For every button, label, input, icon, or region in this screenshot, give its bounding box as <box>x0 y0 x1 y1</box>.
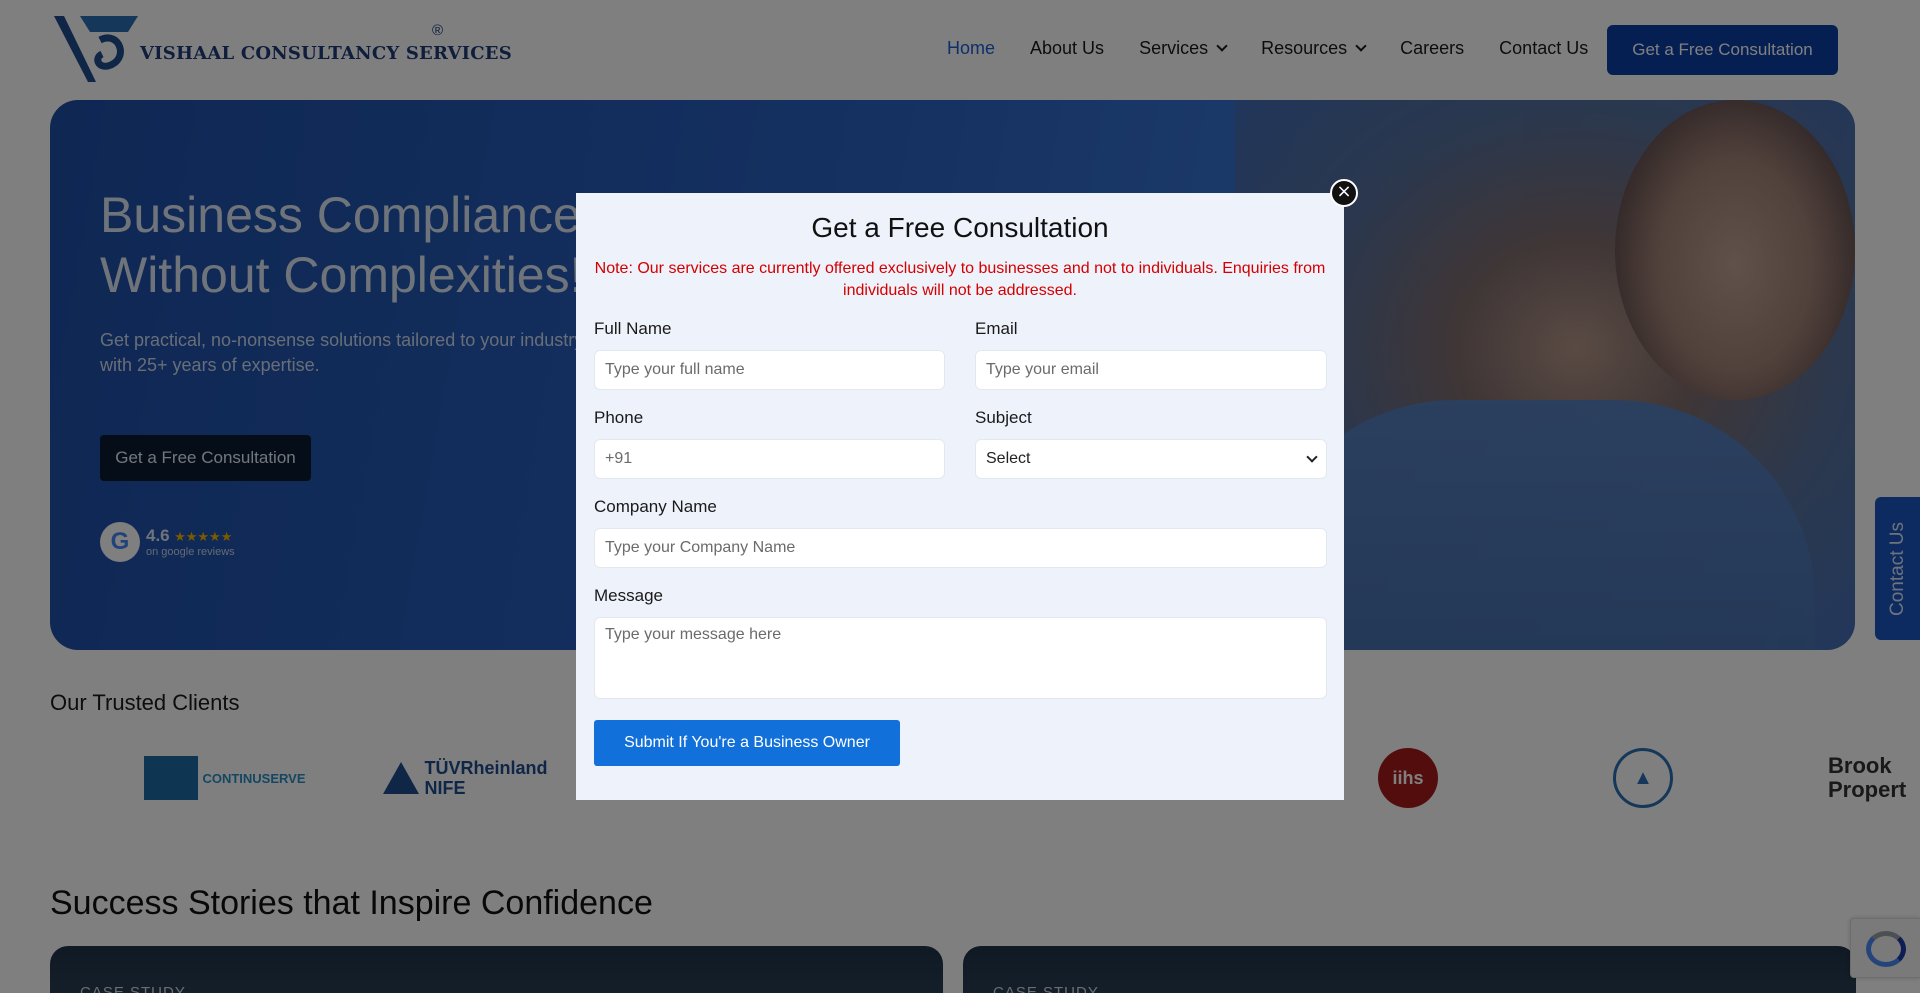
message-label: Message <box>594 586 663 605</box>
email-input[interactable] <box>975 350 1327 390</box>
consultation-modal: Get a Free Consultation Note: Our servic… <box>576 193 1344 800</box>
phone-input[interactable] <box>594 439 945 479</box>
subject-select[interactable]: Select <box>975 439 1327 479</box>
company-name-label: Company Name <box>594 497 717 516</box>
close-icon[interactable]: × <box>1330 179 1358 207</box>
phone-label: Phone <box>594 408 644 427</box>
full-name-label: Full Name <box>594 319 672 338</box>
chevron-down-icon <box>1306 450 1318 463</box>
modal-note: Note: Our services are currently offered… <box>594 260 1326 299</box>
message-textarea[interactable] <box>594 617 1327 699</box>
subject-label: Subject <box>975 408 1032 427</box>
company-name-input[interactable] <box>594 528 1327 568</box>
modal-title: Get a Free Consultation <box>811 212 1109 243</box>
subject-selected-value: Select <box>986 450 1031 467</box>
submit-button[interactable]: Submit If You're a Business Owner <box>594 720 900 766</box>
full-name-input[interactable] <box>594 350 945 390</box>
email-label: Email <box>975 319 1018 338</box>
